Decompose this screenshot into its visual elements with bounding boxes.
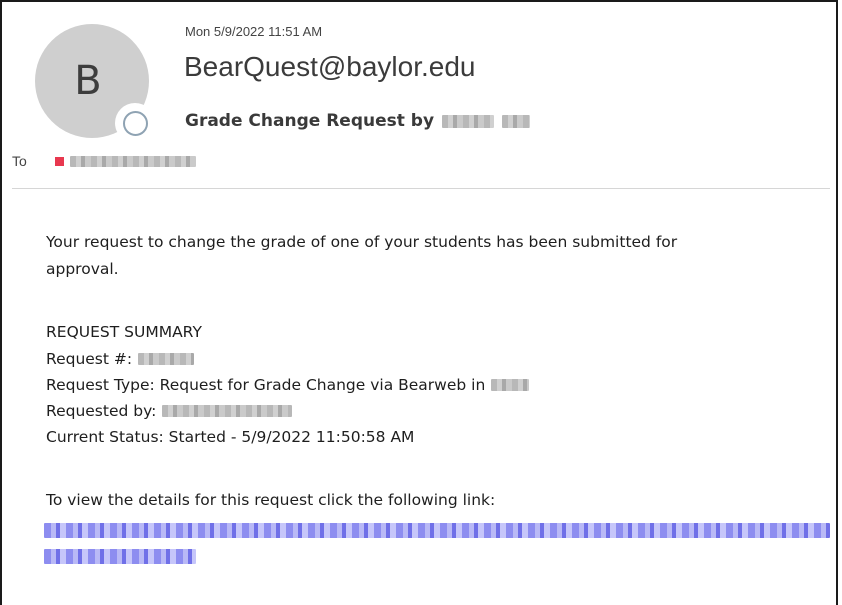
- redacted-subject-id: [502, 114, 531, 128]
- subject-text: Grade Change Request by: [185, 111, 435, 131]
- requested-by-label: Requested by:: [46, 402, 157, 420]
- request-type-row: Request Type: Request for Grade Change v…: [46, 376, 530, 394]
- email-subject: Grade Change Request by: [185, 111, 531, 131]
- intro-line-2: approval.: [46, 260, 119, 278]
- presence-ring-icon: [122, 110, 148, 136]
- redacted-details-link-line-1[interactable]: [44, 523, 830, 538]
- redacted-details-link-line-2[interactable]: [44, 549, 196, 564]
- intro-line-1: Your request to change the grade of one …: [46, 233, 678, 251]
- redacted-subject-name: [442, 114, 495, 128]
- header-divider: [12, 188, 830, 189]
- request-number-label: Request #:: [46, 350, 133, 368]
- redacted-recipient[interactable]: [69, 155, 196, 167]
- to-label: To: [12, 153, 27, 169]
- view-details-instruction: To view the details for this request cli…: [46, 491, 496, 509]
- avatar-initial: B: [74, 58, 102, 104]
- sender-address[interactable]: BearQuest@baylor.edu: [184, 51, 475, 83]
- request-type-label: Request Type: Request for Grade Change v…: [46, 376, 486, 394]
- request-number-row: Request #:: [46, 350, 195, 368]
- requested-by-row: Requested by:: [46, 402, 293, 420]
- email-reading-pane: B Mon 5/9/2022 11:51 AM BearQuest@baylor…: [0, 0, 838, 605]
- current-status: Current Status: Started - 5/9/2022 11:50…: [46, 428, 415, 446]
- redacted-term: [491, 379, 530, 391]
- recipient-color-tag-icon: [54, 156, 64, 166]
- presence-status-icon: [115, 103, 155, 143]
- redacted-requester: [162, 405, 293, 417]
- recipient-row: To: [12, 153, 196, 169]
- summary-heading: REQUEST SUMMARY: [46, 323, 202, 341]
- email-timestamp: Mon 5/9/2022 11:51 AM: [185, 24, 323, 39]
- redacted-request-number: [138, 353, 195, 365]
